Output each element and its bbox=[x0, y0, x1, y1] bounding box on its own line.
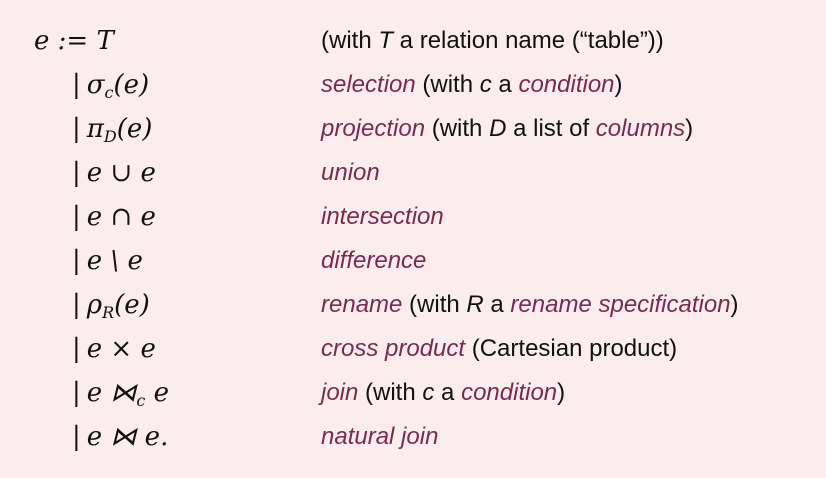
expression-part: (e) bbox=[114, 290, 150, 320]
highlighted-term: condition bbox=[518, 71, 615, 98]
expression-part: (e) bbox=[113, 70, 150, 100]
alternative-bar: | bbox=[72, 290, 81, 320]
highlighted-term: union bbox=[321, 159, 380, 186]
variable: c bbox=[479, 71, 492, 98]
grammar-row: | e × e cross product (Cartesian product) bbox=[0, 329, 826, 369]
variable: D bbox=[489, 115, 507, 142]
expression-part: σ bbox=[86, 70, 105, 100]
highlighted-term: cross product bbox=[321, 335, 466, 362]
expression-part: e \ e bbox=[86, 246, 143, 276]
description-text: a bbox=[491, 71, 519, 98]
grammar-row: | e \ e difference bbox=[0, 241, 826, 281]
description-text: a list of bbox=[506, 115, 596, 142]
highlighted-term: join bbox=[321, 379, 359, 406]
grammar-row: | πD(e) projection (with D a list of colum… bbox=[0, 109, 826, 149]
expression-part: e ⋈ bbox=[86, 378, 137, 408]
highlighted-term: intersection bbox=[321, 203, 444, 230]
description-text: ) bbox=[685, 115, 694, 142]
grammar-description: union bbox=[321, 153, 380, 193]
highlighted-term: natural join bbox=[321, 423, 439, 450]
alternative-bar: | bbox=[72, 158, 81, 188]
grammar-slide: e := T (with T a relation name (“table”))… bbox=[0, 0, 826, 478]
grammar-expression: e := T bbox=[34, 21, 114, 61]
expression-part: e bbox=[145, 378, 170, 408]
grammar-description: cross product (Cartesian product) bbox=[321, 329, 677, 369]
highlighted-term: projection bbox=[321, 115, 426, 142]
grammar-row: | e ∩ e intersection bbox=[0, 197, 826, 237]
highlighted-term: rename specification bbox=[510, 291, 731, 318]
description-text: ) bbox=[557, 379, 566, 406]
expression-part: e ∩ e bbox=[86, 202, 156, 232]
expression-part: e ∪ e bbox=[86, 158, 156, 188]
alternative-bar: | bbox=[72, 378, 81, 408]
description-text: (Cartesian product) bbox=[465, 335, 678, 362]
variable: R bbox=[466, 291, 484, 318]
grammar-expression: | e ∩ e bbox=[72, 197, 156, 237]
grammar-expression: | e × e bbox=[72, 329, 156, 369]
grammar-description: join (with c a condition) bbox=[321, 373, 565, 413]
grammar-description: intersection bbox=[321, 197, 444, 237]
grammar-row: | ρR(e) rename (with R a rename specificat… bbox=[0, 285, 826, 325]
description-text: a relation name (“table”)) bbox=[393, 27, 664, 54]
grammar-description: natural join bbox=[321, 417, 438, 457]
description-text: (with bbox=[402, 291, 467, 318]
expression-part: e := T bbox=[34, 26, 114, 56]
grammar-description: (with T a relation name (“table”)) bbox=[321, 21, 664, 61]
grammar-description: selection (with c a condition) bbox=[321, 65, 623, 105]
grammar-description: projection (with D a list of columns) bbox=[321, 109, 693, 149]
description-text: (with bbox=[415, 71, 480, 98]
alternative-bar: | bbox=[72, 422, 81, 452]
expression-subscript: D bbox=[103, 127, 117, 146]
variable: T bbox=[378, 27, 394, 54]
alternative-bar: | bbox=[72, 334, 81, 364]
grammar-row: | e ⋈ c e join (with c a condition) bbox=[0, 373, 826, 413]
expression-part: e ⋈ e. bbox=[86, 422, 169, 452]
highlighted-term: rename bbox=[321, 291, 403, 318]
description-text: (with bbox=[425, 115, 490, 142]
expression-part: (e) bbox=[116, 114, 153, 144]
grammar-expression: | σc(e) bbox=[72, 65, 149, 113]
grammar-expression: | e ∪ e bbox=[72, 153, 156, 193]
expression-part: π bbox=[86, 114, 104, 144]
description-text: ) bbox=[614, 71, 623, 98]
variable: c bbox=[422, 379, 435, 406]
grammar-row: | e ∪ e union bbox=[0, 153, 826, 193]
description-text: a bbox=[483, 291, 511, 318]
description-text: (with bbox=[321, 27, 379, 54]
grammar-expression: | e ⋈c e bbox=[72, 373, 169, 421]
grammar-expression: | ρR(e) bbox=[72, 285, 150, 333]
grammar-expression: | e \ e bbox=[72, 241, 143, 281]
alternative-bar: | bbox=[72, 202, 81, 232]
alternative-bar: | bbox=[72, 246, 81, 276]
grammar-description: difference bbox=[321, 241, 426, 281]
highlighted-term: difference bbox=[321, 247, 427, 274]
expression-part: e × e bbox=[86, 334, 156, 364]
expression-subscript: R bbox=[102, 303, 115, 322]
grammar-row: | σ c (e) selection (with c a condition) bbox=[0, 65, 826, 105]
alternative-bar: | bbox=[72, 114, 81, 144]
alternative-bar: | bbox=[72, 70, 81, 100]
expression-part: ρ bbox=[86, 290, 103, 320]
highlighted-term: selection bbox=[321, 71, 416, 98]
description-text: ) bbox=[730, 291, 739, 318]
description-text: (with bbox=[358, 379, 423, 406]
grammar-row: | e ⋈ e. natural join bbox=[0, 417, 826, 457]
grammar-row: e := T (with T a relation name (“table”)) bbox=[0, 21, 826, 61]
grammar-description: rename (with R a rename specification) bbox=[321, 285, 739, 325]
grammar-expression: | e ⋈ e. bbox=[72, 417, 168, 457]
grammar-expression: | πD(e) bbox=[72, 109, 152, 157]
description-text: a bbox=[434, 379, 462, 406]
highlighted-term: columns bbox=[595, 115, 686, 142]
highlighted-term: condition bbox=[461, 379, 558, 406]
